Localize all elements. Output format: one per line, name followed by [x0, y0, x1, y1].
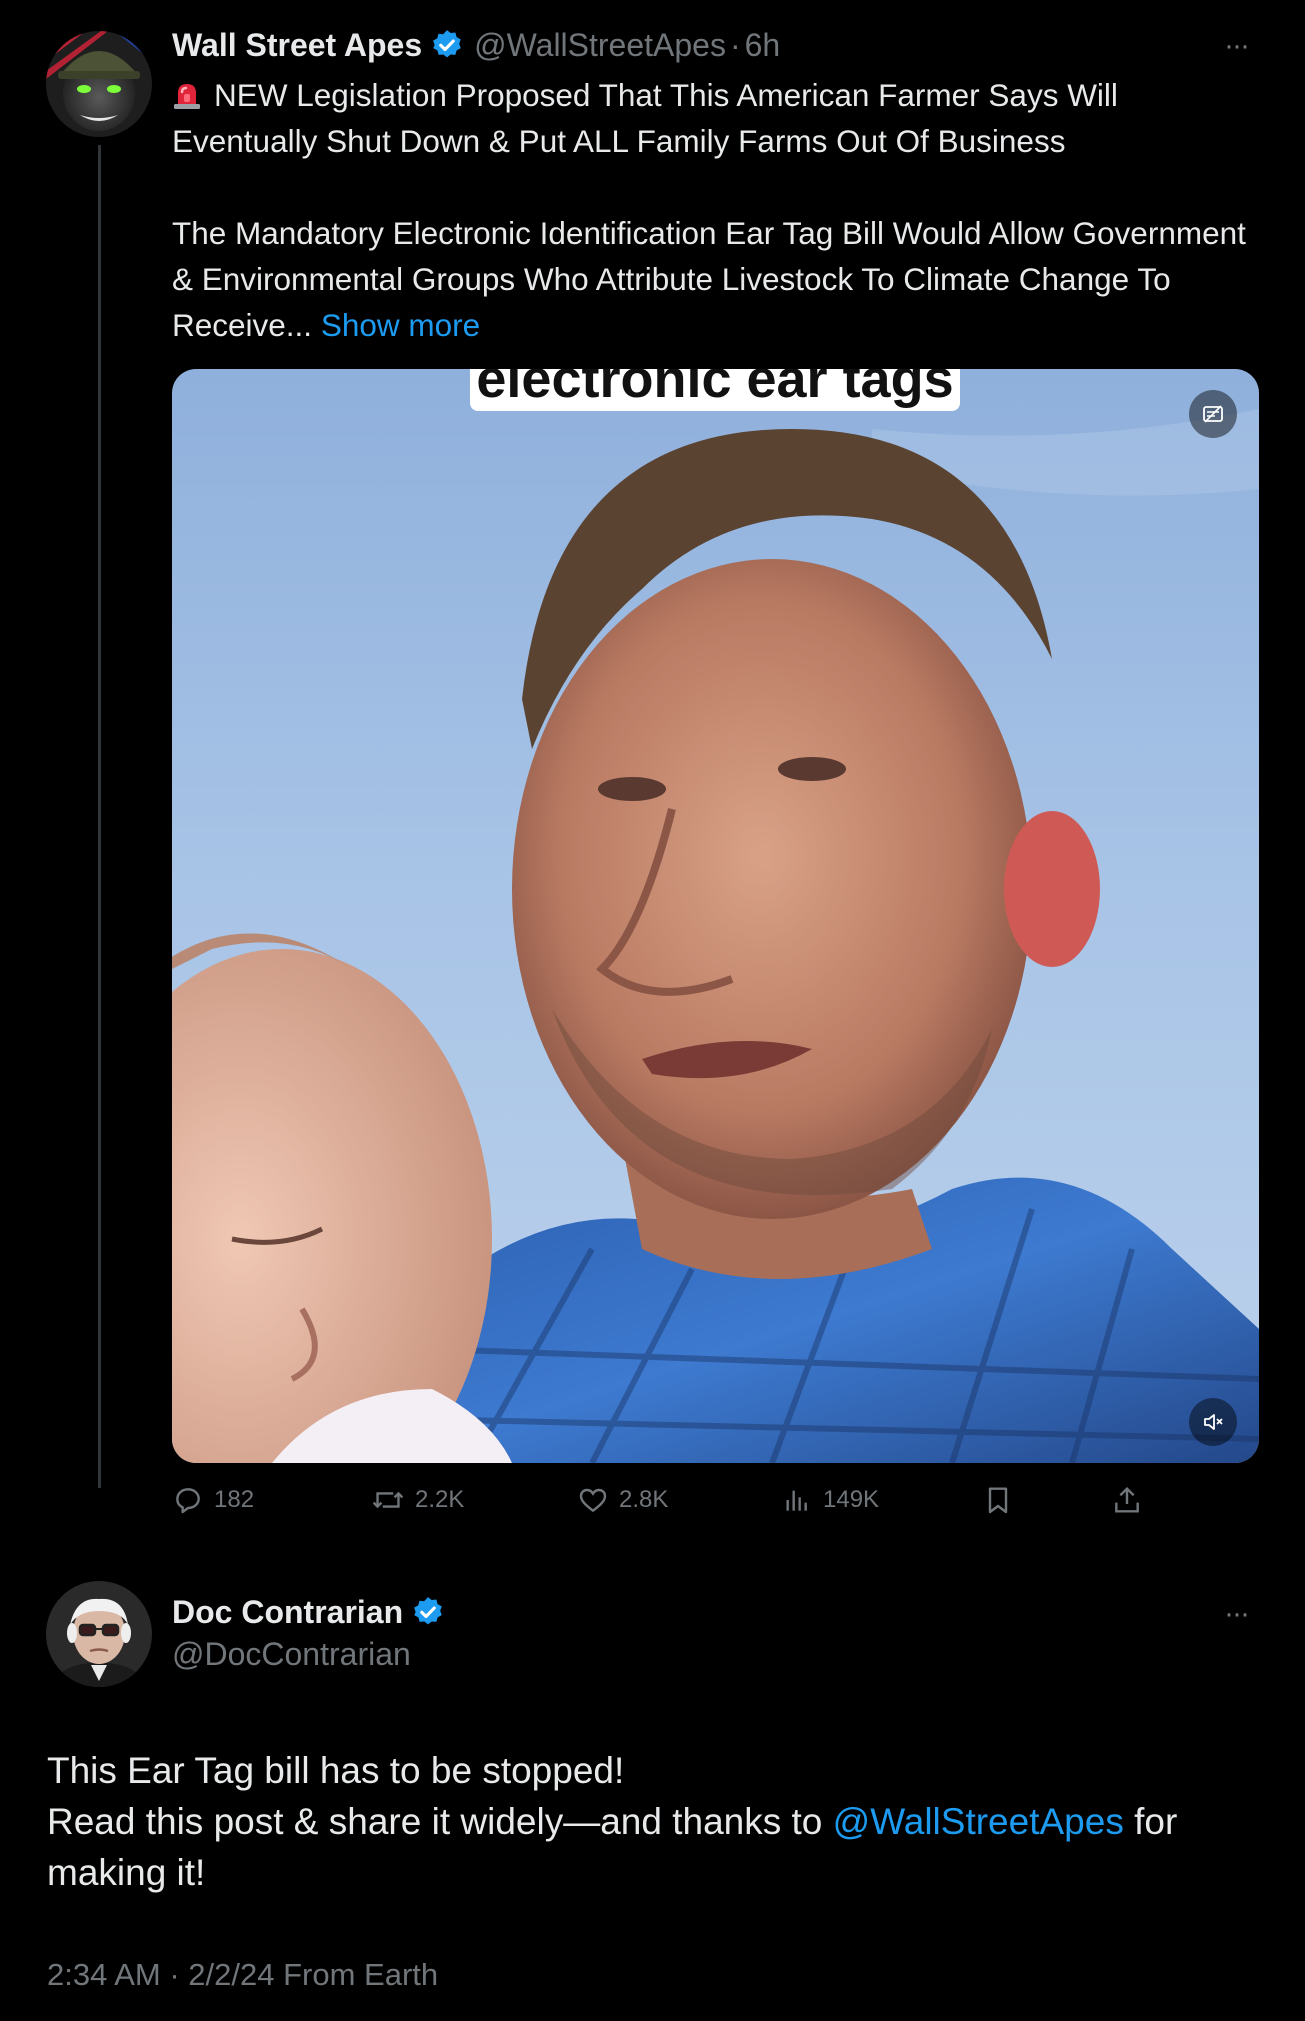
reply-more-options-icon[interactable]: ···	[1224, 1599, 1250, 1629]
original-post-text: NEW Legislation Proposed That This Ameri…	[172, 72, 1262, 348]
view-count: 149K	[823, 1486, 880, 1513]
reply-timestamp[interactable]: 2:34 AM · 2/2/24 From Earth	[47, 1955, 438, 1995]
reply-button[interactable]: 182	[172, 1484, 254, 1516]
helmeted-gorilla-avatar-icon	[46, 31, 152, 137]
author-handle[interactable]: @WallStreetApes	[474, 25, 726, 65]
post-time[interactable]: 6h	[745, 25, 781, 65]
repost-icon	[372, 1491, 404, 1509]
video-frame-image	[172, 409, 1259, 1463]
elderly-man-portrait-avatar-icon	[46, 1581, 152, 1687]
reply-post-header: Doc Contrarian	[172, 1592, 445, 1632]
bookmark-icon	[988, 1487, 1008, 1514]
reply-icon	[176, 1488, 200, 1514]
video-player[interactable]: electronic ear tags	[172, 369, 1259, 1463]
video-caption: electronic ear tags	[470, 369, 960, 411]
reply-author-handle[interactable]: @DocContrarian	[172, 1634, 411, 1674]
original-post-header: Wall Street Apes @WallStreetApes · 6h	[172, 25, 780, 65]
police-siren-emoji-icon	[172, 76, 202, 109]
volume-muted-icon[interactable]	[1189, 1398, 1237, 1446]
share-icon	[1115, 1486, 1139, 1513]
show-more-link[interactable]: Show more	[321, 307, 480, 343]
verified-badge-icon	[430, 28, 464, 62]
reply-handle-row: @DocContrarian	[172, 1634, 411, 1674]
views-button[interactable]: 149K	[781, 1484, 879, 1516]
reply-verified-badge-icon	[411, 1595, 445, 1629]
author-avatar[interactable]	[46, 31, 152, 137]
reply-author-name[interactable]: Doc Contrarian	[172, 1592, 403, 1632]
analytics-icon	[786, 1490, 807, 1511]
repost-button[interactable]: 2.2K	[371, 1484, 464, 1516]
bookmark-button[interactable]	[982, 1484, 1024, 1516]
mention-link[interactable]: @WallStreetApes	[833, 1801, 1124, 1842]
heart-icon	[579, 1488, 607, 1513]
reply-author-avatar[interactable]	[46, 1581, 152, 1687]
separator-dot: ·	[729, 27, 741, 63]
post-body-line-1: NEW Legislation Proposed That This Ameri…	[172, 77, 1118, 159]
reply-post-text: This Ear Tag bill has to be stopped! Rea…	[47, 1745, 1267, 1898]
reply-body-line-1: This Ear Tag bill has to be stopped!	[47, 1750, 625, 1791]
content-filter-icon[interactable]	[1189, 390, 1237, 438]
share-button[interactable]	[1111, 1484, 1153, 1516]
more-options-icon[interactable]: ···	[1224, 31, 1250, 61]
author-name[interactable]: Wall Street Apes	[172, 25, 422, 65]
like-button[interactable]: 2.8K	[577, 1484, 668, 1516]
like-count: 2.8K	[619, 1486, 669, 1513]
reply-count: 182	[214, 1486, 255, 1513]
reply-body-line-2-start: Read this post & share it widely—and tha…	[47, 1801, 833, 1842]
thread-connector-line	[98, 145, 101, 1488]
repost-count: 2.2K	[415, 1486, 465, 1513]
